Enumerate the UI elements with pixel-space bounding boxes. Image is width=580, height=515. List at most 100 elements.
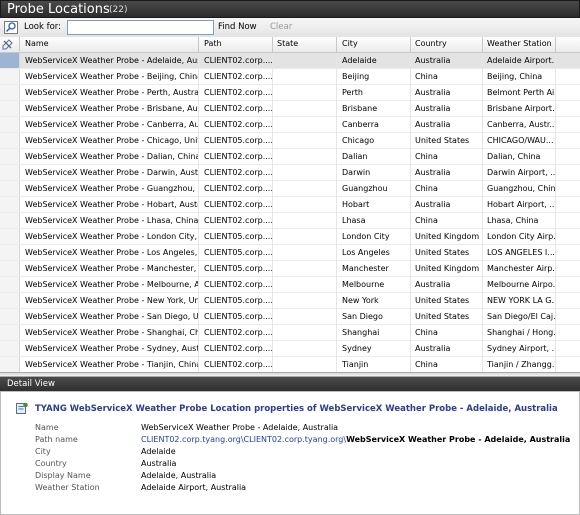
cell-name: WebServiceX Weather Probe - Chicago, Uni… (25, 136, 199, 145)
row-selector[interactable] (0, 261, 20, 276)
table-row[interactable]: WebServiceX Weather Probe - Dalian, Chin… (0, 149, 580, 165)
cell-country: China (415, 360, 438, 369)
cell-city: London City (342, 232, 390, 241)
property-label-path-name: Path name (35, 435, 78, 444)
cell-city: Manchester (342, 264, 389, 273)
row-selector[interactable] (0, 277, 20, 292)
cell-weather-station: Melbourne Airpo... (487, 280, 555, 289)
column-separator (555, 53, 556, 373)
table-row[interactable]: WebServiceX Weather Probe - Sydney, Aust… (0, 341, 580, 357)
table-row[interactable]: WebServiceX Weather Probe - Beijing, Chi… (0, 69, 580, 85)
table-row[interactable]: WebServiceX Weather Probe - London City,… (0, 229, 580, 245)
row-selector[interactable] (0, 245, 20, 260)
table-row[interactable]: WebServiceX Weather Probe - Hobart, Aust… (0, 197, 580, 213)
row-selector[interactable] (0, 293, 20, 308)
table-row[interactable]: WebServiceX Weather Probe - Perth, Austr… (0, 85, 580, 101)
search-icon (4, 21, 18, 34)
row-selector[interactable] (0, 357, 20, 372)
find-now-button[interactable]: Find Now (218, 22, 257, 32)
path-link[interactable]: CLIENT02.corp.tyang.org\CLIENT02.corp.ty… (141, 435, 346, 444)
table-row[interactable]: WebServiceX Weather Probe - Guangzhou, C… (0, 181, 580, 197)
row-selector[interactable] (0, 213, 20, 228)
table-row[interactable]: WebServiceX Weather Probe - New York, Un… (0, 293, 580, 309)
row-selector[interactable] (0, 69, 20, 84)
row-selector[interactable] (0, 165, 20, 180)
cell-name: WebServiceX Weather Probe - Hobart, Aust… (25, 200, 199, 209)
table-row[interactable]: WebServiceX Weather Probe - Melbourne, A… (0, 277, 580, 293)
search-input[interactable] (67, 20, 214, 35)
property-label-name: Name (35, 423, 59, 432)
cell-weather-station: LOS ANGELES I... (487, 248, 555, 257)
row-selector[interactable] (0, 101, 20, 116)
row-selector[interactable] (0, 133, 20, 148)
column-header-weather-station[interactable]: Weather Station (487, 39, 552, 48)
cell-name: WebServiceX Weather Probe - Beijing, Chi… (25, 72, 199, 81)
row-selector[interactable] (0, 309, 20, 324)
cell-path: CLIENT05.corp.... (204, 264, 273, 273)
row-selector[interactable] (0, 53, 20, 68)
column-header-path[interactable]: Path (204, 39, 222, 48)
table-row[interactable]: WebServiceX Weather Probe - Shanghai, Ch… (0, 325, 580, 341)
cell-city: Chicago (342, 136, 375, 145)
properties-icon (16, 402, 28, 414)
table-row[interactable]: WebServiceX Weather Probe - Chicago, Uni… (0, 133, 580, 149)
column-header-country[interactable]: Country (415, 39, 447, 48)
row-selector[interactable] (0, 149, 20, 164)
row-selector[interactable] (0, 181, 20, 196)
row-selector[interactable] (0, 325, 20, 340)
cell-country: United States (415, 296, 470, 305)
cell-path: CLIENT05.corp.... (204, 248, 273, 257)
cell-path: CLIENT02.corp.... (204, 168, 273, 177)
cell-name: WebServiceX Weather Probe - Dalian, Chin… (25, 152, 199, 161)
cell-path: CLIENT02.corp.... (204, 72, 273, 81)
property-label-weather-station: Weather Station (35, 483, 100, 492)
property-label-country: Country (35, 459, 67, 468)
row-selector[interactable] (0, 229, 20, 244)
cell-path: CLIENT02.corp.... (204, 120, 273, 129)
cell-name: WebServiceX Weather Probe - Tianjin, Chi… (25, 360, 199, 369)
table-row[interactable]: WebServiceX Weather Probe - San Diego, U… (0, 309, 580, 325)
column-header-state[interactable]: State (277, 39, 298, 48)
cell-country: Australia (415, 200, 451, 209)
clear-button[interactable]: Clear (270, 22, 292, 32)
cell-weather-station: Lhasa, China (487, 216, 539, 225)
table-row[interactable]: WebServiceX Weather Probe - Manchester, … (0, 261, 580, 277)
cell-city: Lhasa (342, 216, 366, 225)
table-row[interactable]: WebServiceX Weather Probe - Lhasa, China… (0, 213, 580, 229)
cell-path: CLIENT02.corp.... (204, 360, 273, 369)
cell-name: WebServiceX Weather Probe - Darwin, Aust… (25, 168, 199, 177)
cell-path: CLIENT02.corp.... (204, 88, 273, 97)
cell-path: CLIENT02.corp.... (204, 184, 273, 193)
cell-weather-station: NEW YORK LA G... (487, 296, 555, 305)
table-row[interactable]: WebServiceX Weather Probe - Canberra, Au… (0, 117, 580, 133)
table-row[interactable]: WebServiceX Weather Probe - Los Angeles,… (0, 245, 580, 261)
cell-name: WebServiceX Weather Probe - Melbourne, A… (25, 280, 199, 289)
cell-path: CLIENT02.corp.... (204, 104, 273, 113)
row-selector[interactable] (0, 85, 20, 100)
row-selector[interactable] (0, 341, 20, 356)
table-row[interactable]: WebServiceX Weather Probe - Darwin, Aust… (0, 165, 580, 181)
property-value-weather-station: Adelaide Airport, Australia (141, 483, 247, 492)
detail-view-panel: TYANG WebServiceX Weather Probe Location… (0, 391, 580, 515)
cell-weather-station: Tianjin / Zhangg... (487, 360, 555, 369)
column-header-name[interactable]: Name (25, 39, 49, 48)
cell-name: WebServiceX Weather Probe - Brisbane, Au… (25, 104, 199, 113)
column-separator (410, 53, 411, 373)
column-picker-icon[interactable] (0, 37, 19, 51)
column-separator (482, 53, 483, 373)
table-row[interactable]: WebServiceX Weather Probe - Brisbane, Au… (0, 101, 580, 117)
cell-weather-station: Darwin Airport, ... (487, 168, 555, 177)
cell-weather-station: Guangzhou, China (487, 184, 555, 193)
property-label-city: City (35, 447, 51, 456)
cell-weather-station: San Diego/El Caj... (487, 312, 555, 321)
cell-city: Canberra (342, 120, 379, 129)
detail-heading: TYANG WebServiceX Weather Probe Location… (35, 404, 558, 414)
cell-country: United States (415, 136, 470, 145)
table-row[interactable]: WebServiceX Weather Probe - Tianjin, Chi… (0, 357, 580, 373)
cell-name: WebServiceX Weather Probe - Lhasa, China (25, 216, 199, 225)
cell-country: China (415, 152, 438, 161)
table-row[interactable]: WebServiceX Weather Probe - Adelaide, Au… (0, 53, 580, 69)
row-selector[interactable] (0, 197, 20, 212)
column-header-city[interactable]: City (342, 39, 358, 48)
row-selector[interactable] (0, 117, 20, 132)
